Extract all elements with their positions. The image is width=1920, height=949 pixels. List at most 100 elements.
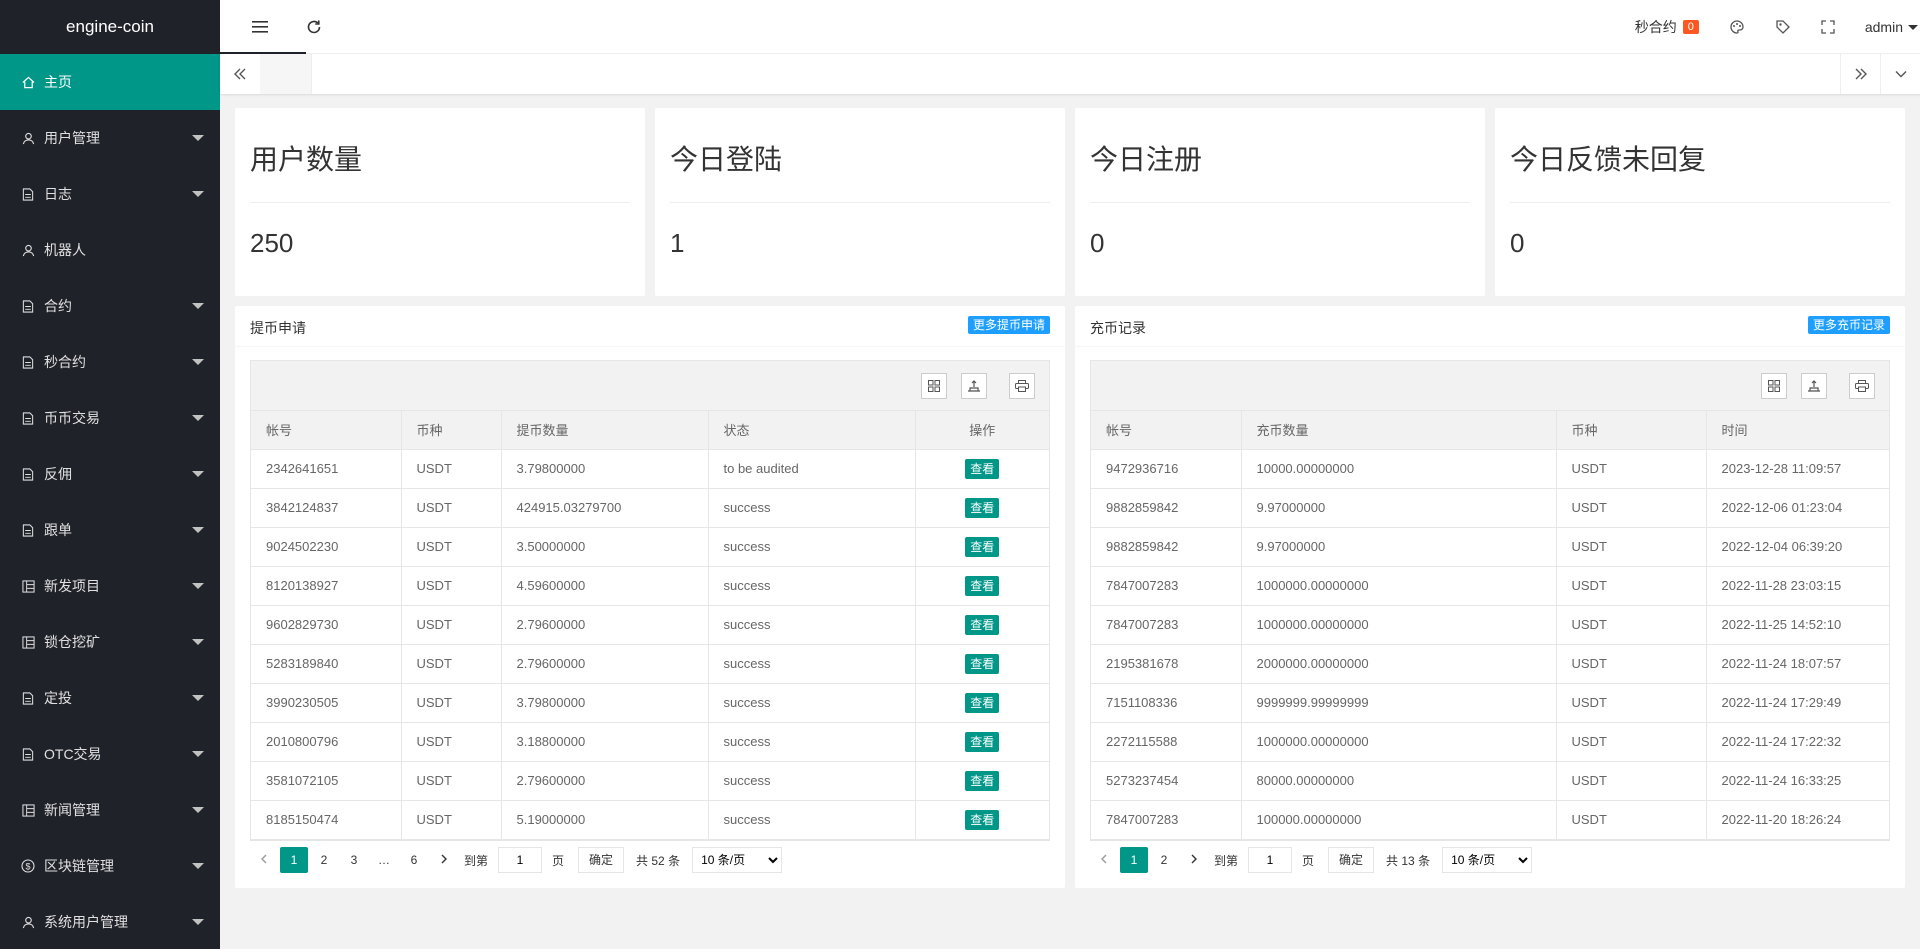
column-header[interactable]: 币种: [1556, 411, 1707, 450]
user-menu[interactable]: admin: [1865, 19, 1918, 35]
table-row: 9882859842 9.97000000 USDT 2022-12-04 06:39…: [1091, 527, 1889, 567]
sidebar-item-14[interactable]: 新闻管理: [0, 782, 220, 838]
sidebar-item-12[interactable]: 定投: [0, 670, 220, 726]
sidebar-item-4[interactable]: 机器人: [0, 222, 220, 278]
view-button[interactable]: 查看: [965, 770, 1000, 791]
prev-page-button[interactable]: [1090, 847, 1118, 873]
withdraw-pagination: 123 … 6 到第 页确定共 52 条 10 条/页: [250, 840, 1050, 880]
table-cell: USDT: [1556, 722, 1707, 762]
page-button[interactable]: 2: [1150, 847, 1178, 873]
sidebar-item-5[interactable]: 合约: [0, 278, 220, 334]
column-header[interactable]: 操作: [915, 411, 1049, 450]
column-header[interactable]: 币种: [401, 411, 502, 450]
page-ellipsis: …: [378, 853, 390, 867]
print-button[interactable]: [1849, 373, 1875, 399]
column-header[interactable]: 提币数量: [501, 411, 709, 450]
chevron-left-icon: [1101, 854, 1107, 864]
table-row: 3581072105 USDT 2.79600000 success 查看: [251, 761, 1049, 801]
page-button[interactable]: 2: [310, 847, 338, 873]
columns-filter-button[interactable]: [1761, 373, 1787, 399]
second-contract-notice[interactable]: 秒合约 0: [1635, 17, 1699, 37]
view-button[interactable]: 查看: [965, 458, 1000, 479]
page-input[interactable]: [498, 847, 543, 873]
view-button[interactable]: 查看: [965, 809, 1000, 830]
menu-toggle-button[interactable]: [248, 0, 272, 54]
caret-down-icon: [192, 695, 204, 701]
next-page-button[interactable]: [430, 847, 458, 873]
table-cell: 3842124837: [251, 488, 402, 528]
recharge-table: 帐号 充币数量 币种 时间 9472936716 10000.00000000 USDT 2…: [1090, 360, 1890, 841]
home-icon: [20, 74, 36, 90]
sidebar-item-8[interactable]: 反佣: [0, 446, 220, 502]
sidebar-item-13[interactable]: OTC交易: [0, 726, 220, 782]
file-icon: [20, 690, 36, 706]
caret-down-icon: [192, 191, 204, 197]
sidebar-item-6[interactable]: 秒合约: [0, 334, 220, 390]
page-input[interactable]: [1248, 847, 1293, 873]
goto-confirm-button[interactable]: 确定: [578, 847, 625, 873]
goto-confirm-button[interactable]: 确定: [1328, 847, 1375, 873]
view-button[interactable]: 查看: [965, 575, 1000, 596]
table-row: 5283189840 USDT 2.79600000 success 查看: [251, 644, 1049, 684]
file-icon: [20, 466, 36, 482]
stat-divider: [670, 202, 1050, 203]
export-button[interactable]: [961, 373, 987, 399]
table-row: 9024502230 USDT 3.50000000 success 查看: [251, 527, 1049, 567]
goto-label: 到第: [464, 853, 489, 868]
column-header[interactable]: 帐号: [251, 411, 402, 450]
app-logo[interactable]: engine-coin: [0, 0, 220, 54]
sidebar-item-2[interactable]: 用户管理: [0, 110, 220, 166]
tabs-scroll-right-button[interactable]: [1840, 54, 1880, 94]
view-button[interactable]: 查看: [965, 653, 1000, 674]
fullscreen-button[interactable]: [1821, 20, 1835, 34]
more-recharge-button[interactable]: 更多充币记录: [1807, 316, 1890, 334]
view-button[interactable]: 查看: [965, 497, 1000, 518]
export-button[interactable]: [1801, 373, 1827, 399]
double-chevron-right-icon: [1855, 68, 1867, 80]
export-icon: [968, 380, 980, 392]
sidebar-item-10[interactable]: 新发项目: [0, 558, 220, 614]
view-button[interactable]: 查看: [965, 731, 1000, 752]
table-cell: USDT: [1556, 683, 1707, 723]
table-cell: 9.97000000: [1241, 527, 1557, 567]
caret-down-icon: [192, 751, 204, 757]
column-header[interactable]: 充币数量: [1241, 411, 1557, 450]
theme-button[interactable]: [1729, 19, 1745, 35]
tabs-menu-button[interactable]: [1880, 54, 1920, 94]
page-button[interactable]: 6: [400, 847, 428, 873]
columns-filter-button[interactable]: [921, 373, 947, 399]
sidebar-item-3[interactable]: 日志: [0, 166, 220, 222]
prev-page-button[interactable]: [250, 847, 278, 873]
tab-home[interactable]: [260, 54, 312, 94]
view-button[interactable]: 查看: [965, 614, 1000, 635]
view-button[interactable]: 查看: [965, 536, 1000, 557]
sidebar-item-11[interactable]: 锁仓挖矿: [0, 614, 220, 670]
chevron-right-icon: [441, 854, 447, 864]
column-header[interactable]: 状态: [708, 411, 916, 450]
stat-value: 1: [670, 228, 685, 258]
sidebar-nav: 主页 用户管理日志机器人 合约 秒合约 币币交易 反佣 跟单 新发项目 锁仓挖矿 定投 OTC交易新…: [0, 54, 220, 949]
print-button[interactable]: [1009, 373, 1035, 399]
page-size-select[interactable]: 10 条/页: [1442, 847, 1533, 873]
sidebar-item-1[interactable]: 主页: [0, 54, 220, 110]
page-size-select[interactable]: 10 条/页: [692, 847, 783, 873]
sidebar-item-7[interactable]: 币币交易: [0, 390, 220, 446]
tag-button[interactable]: [1775, 19, 1791, 35]
tabs-scroll-left-button[interactable]: [220, 54, 260, 94]
sidebar-item-9[interactable]: 跟单: [0, 502, 220, 558]
stat-card: 今日反馈未回复 0: [1495, 108, 1905, 296]
view-button[interactable]: 查看: [965, 692, 1000, 713]
sidebar-item-16[interactable]: 系统用户管理: [0, 894, 220, 949]
page-button[interactable]: 3: [340, 847, 368, 873]
page-button[interactable]: 1: [1120, 847, 1148, 873]
sidebar-item-15[interactable]: $ 区块链管理: [0, 838, 220, 894]
panel-divider: [1075, 346, 1905, 347]
refresh-button[interactable]: [302, 0, 326, 54]
column-header[interactable]: 帐号: [1091, 411, 1242, 450]
sidebar-item-label: 日志: [44, 186, 72, 202]
page-button[interactable]: 1: [280, 847, 308, 873]
next-page-button[interactable]: [1180, 847, 1208, 873]
table-row: 9602829730 USDT 2.79600000 success 查看: [251, 605, 1049, 645]
column-header[interactable]: 时间: [1706, 411, 1889, 450]
more-withdraw-button[interactable]: 更多提币申请: [967, 316, 1050, 334]
